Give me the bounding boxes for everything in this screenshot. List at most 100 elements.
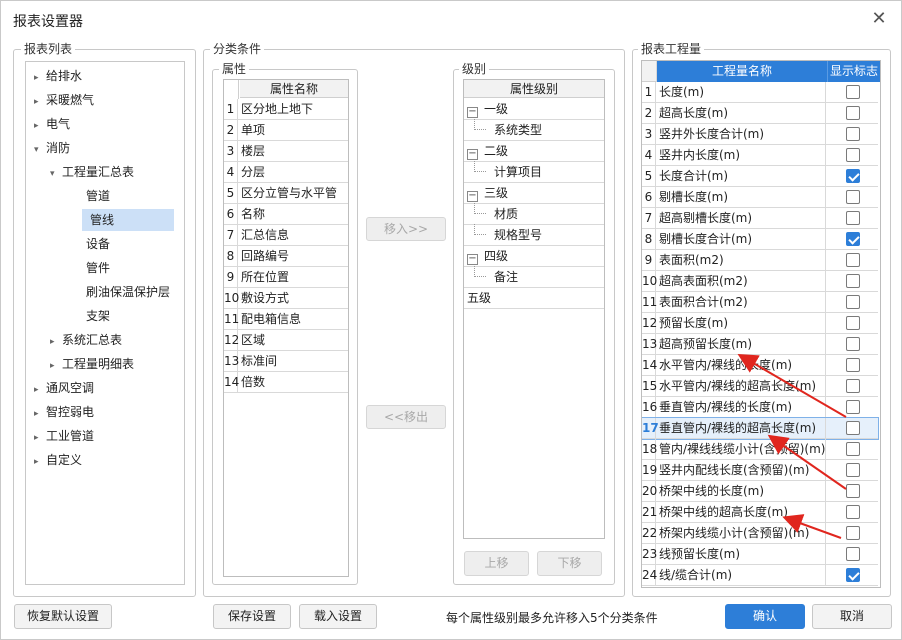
tree-item[interactable]: ▸ 系统汇总表 — [50, 329, 122, 351]
collapsed-arrow-icon[interactable]: ▸ — [50, 355, 62, 377]
level-row[interactable]: 规格型号 — [464, 224, 604, 246]
quantity-row[interactable]: 24 线/缆合计(m) — [642, 565, 878, 586]
restore-default-button[interactable]: 恢复默认设置 — [14, 604, 112, 629]
collapsed-arrow-icon[interactable]: ▸ — [34, 91, 46, 113]
level-row[interactable]: 五级 — [464, 288, 604, 309]
show-flag-checkbox[interactable] — [846, 526, 860, 540]
attr-row[interactable]: 9 所在位置 — [224, 267, 348, 288]
tree-item[interactable]: 管线 — [82, 209, 174, 231]
quantity-row[interactable]: 8 剔槽长度合计(m) — [642, 229, 878, 250]
show-flag-checkbox[interactable] — [846, 379, 860, 393]
quantity-row[interactable]: 21 桥架中线的超高长度(m) — [642, 502, 878, 523]
show-flag-checkbox[interactable] — [846, 505, 860, 519]
attr-row[interactable]: 14 倍数 — [224, 372, 348, 393]
collapse-icon[interactable]: − — [467, 107, 478, 118]
attr-row[interactable]: 5 区分立管与水平管 — [224, 183, 348, 204]
quantity-row[interactable]: 16 垂直管内/裸线的长度(m) — [642, 397, 878, 418]
load-settings-button[interactable]: 载入设置 — [299, 604, 377, 629]
tree-item[interactable]: 管道 — [82, 185, 110, 207]
close-icon[interactable]: ✕ — [869, 9, 889, 29]
level-row[interactable]: 系统类型 — [464, 119, 604, 141]
show-flag-checkbox[interactable] — [846, 190, 860, 204]
attr-row[interactable]: 12 区域 — [224, 330, 348, 351]
show-flag-checkbox[interactable] — [846, 568, 860, 582]
attr-row[interactable]: 13 标准间 — [224, 351, 348, 372]
show-flag-checkbox[interactable] — [846, 421, 860, 435]
show-flag-checkbox[interactable] — [846, 484, 860, 498]
collapse-icon[interactable]: − — [467, 149, 478, 160]
show-flag-checkbox[interactable] — [846, 253, 860, 267]
show-flag-checkbox[interactable] — [846, 85, 860, 99]
quantity-row[interactable]: 15 水平管内/裸线的超高长度(m) — [642, 376, 878, 397]
level-row[interactable]: − 二级 — [464, 141, 604, 162]
expanded-arrow-icon[interactable]: ▾ — [34, 139, 46, 161]
tree-item[interactable]: 设备 — [82, 233, 110, 255]
collapse-icon[interactable]: − — [467, 254, 478, 265]
quantity-row[interactable]: 23 线预留长度(m) — [642, 544, 878, 565]
tree-item[interactable]: ▸ 工程量明细表 — [50, 353, 134, 375]
level-row[interactable]: 备注 — [464, 266, 604, 288]
show-flag-checkbox[interactable] — [846, 274, 860, 288]
tree-item[interactable]: ▸ 工业管道 — [34, 425, 94, 447]
show-flag-checkbox[interactable] — [846, 316, 860, 330]
move-down-button[interactable]: 下移 — [537, 551, 602, 576]
tree-item[interactable]: 刷油保温保护层 — [82, 281, 170, 303]
quantity-row[interactable]: 9 表面积(m2) — [642, 250, 878, 271]
show-flag-checkbox[interactable] — [846, 442, 860, 456]
collapsed-arrow-icon[interactable]: ▸ — [34, 403, 46, 425]
show-flag-checkbox[interactable] — [846, 463, 860, 477]
quantity-row[interactable]: 20 桥架中线的长度(m) — [642, 481, 878, 502]
show-flag-checkbox[interactable] — [846, 211, 860, 225]
show-flag-checkbox[interactable] — [846, 358, 860, 372]
show-flag-checkbox[interactable] — [846, 547, 860, 561]
tree-item[interactable]: ▸ 智控弱电 — [34, 401, 94, 423]
save-settings-button[interactable]: 保存设置 — [213, 604, 291, 629]
show-flag-checkbox[interactable] — [846, 106, 860, 120]
quantity-row[interactable]: 2 超高长度(m) — [642, 103, 878, 124]
tree-item[interactable]: ▸ 电气 — [34, 113, 70, 135]
collapsed-arrow-icon[interactable]: ▸ — [34, 379, 46, 401]
tree-item[interactable]: ▸ 给排水 — [34, 65, 82, 87]
show-flag-checkbox[interactable] — [846, 295, 860, 309]
tree-item[interactable]: ▸ 自定义 — [34, 449, 82, 471]
attr-row[interactable]: 1 区分地上地下 — [224, 99, 348, 120]
attr-row[interactable]: 8 回路编号 — [224, 246, 348, 267]
tree-item[interactable]: ▾ 工程量汇总表 — [50, 161, 134, 183]
quantity-row[interactable]: 14 水平管内/裸线的长度(m) — [642, 355, 878, 376]
quantity-row[interactable]: 11 表面积合计(m2) — [642, 292, 878, 313]
quantity-row[interactable]: 22 桥架内线缆小计(含预留)(m) — [642, 523, 878, 544]
quantity-row[interactable]: 19 竖井内配线长度(含预留)(m) — [642, 460, 878, 481]
show-flag-checkbox[interactable] — [846, 400, 860, 414]
quantity-row[interactable]: 4 竖井内长度(m) — [642, 145, 878, 166]
quantity-row[interactable]: 17 垂直管内/裸线的超高长度(m) — [642, 417, 879, 440]
attr-row[interactable]: 2 单项 — [224, 120, 348, 141]
quantity-row[interactable]: 7 超高剔槽长度(m) — [642, 208, 878, 229]
show-flag-checkbox[interactable] — [846, 337, 860, 351]
attr-row[interactable]: 7 汇总信息 — [224, 225, 348, 246]
quantity-row[interactable]: 1 长度(m) — [642, 82, 878, 103]
confirm-button[interactable]: 确认 — [725, 604, 805, 629]
show-flag-checkbox[interactable] — [846, 127, 860, 141]
quantity-row[interactable]: 6 剔槽长度(m) — [642, 187, 878, 208]
move-in-button[interactable]: 移入>> — [366, 217, 446, 241]
quantity-row[interactable]: 13 超高预留长度(m) — [642, 334, 878, 355]
move-out-button[interactable]: <<移出 — [366, 405, 446, 429]
tree-item[interactable]: 支架 — [82, 305, 110, 327]
quantity-row[interactable]: 18 管内/裸线线缆小计(含预留)(m) — [642, 439, 878, 460]
show-flag-checkbox[interactable] — [846, 148, 860, 162]
show-flag-checkbox[interactable] — [846, 169, 860, 183]
attr-row[interactable]: 4 分层 — [224, 162, 348, 183]
collapsed-arrow-icon[interactable]: ▸ — [34, 427, 46, 449]
tree-item[interactable]: ▾ 消防 — [34, 137, 70, 159]
quantity-row[interactable]: 3 竖井外长度合计(m) — [642, 124, 878, 145]
tree-item[interactable]: 管件 — [82, 257, 110, 279]
show-flag-checkbox[interactable] — [846, 232, 860, 246]
attr-row[interactable]: 3 楼层 — [224, 141, 348, 162]
expanded-arrow-icon[interactable]: ▾ — [50, 163, 62, 185]
tree-item[interactable]: ▸ 通风空调 — [34, 377, 94, 399]
cancel-button[interactable]: 取消 — [812, 604, 892, 629]
quantity-row[interactable]: 5 长度合计(m) — [642, 166, 878, 187]
level-row[interactable]: 材质 — [464, 203, 604, 225]
quantity-row[interactable]: 10 超高表面积(m2) — [642, 271, 878, 292]
quantity-row[interactable]: 12 预留长度(m) — [642, 313, 878, 334]
